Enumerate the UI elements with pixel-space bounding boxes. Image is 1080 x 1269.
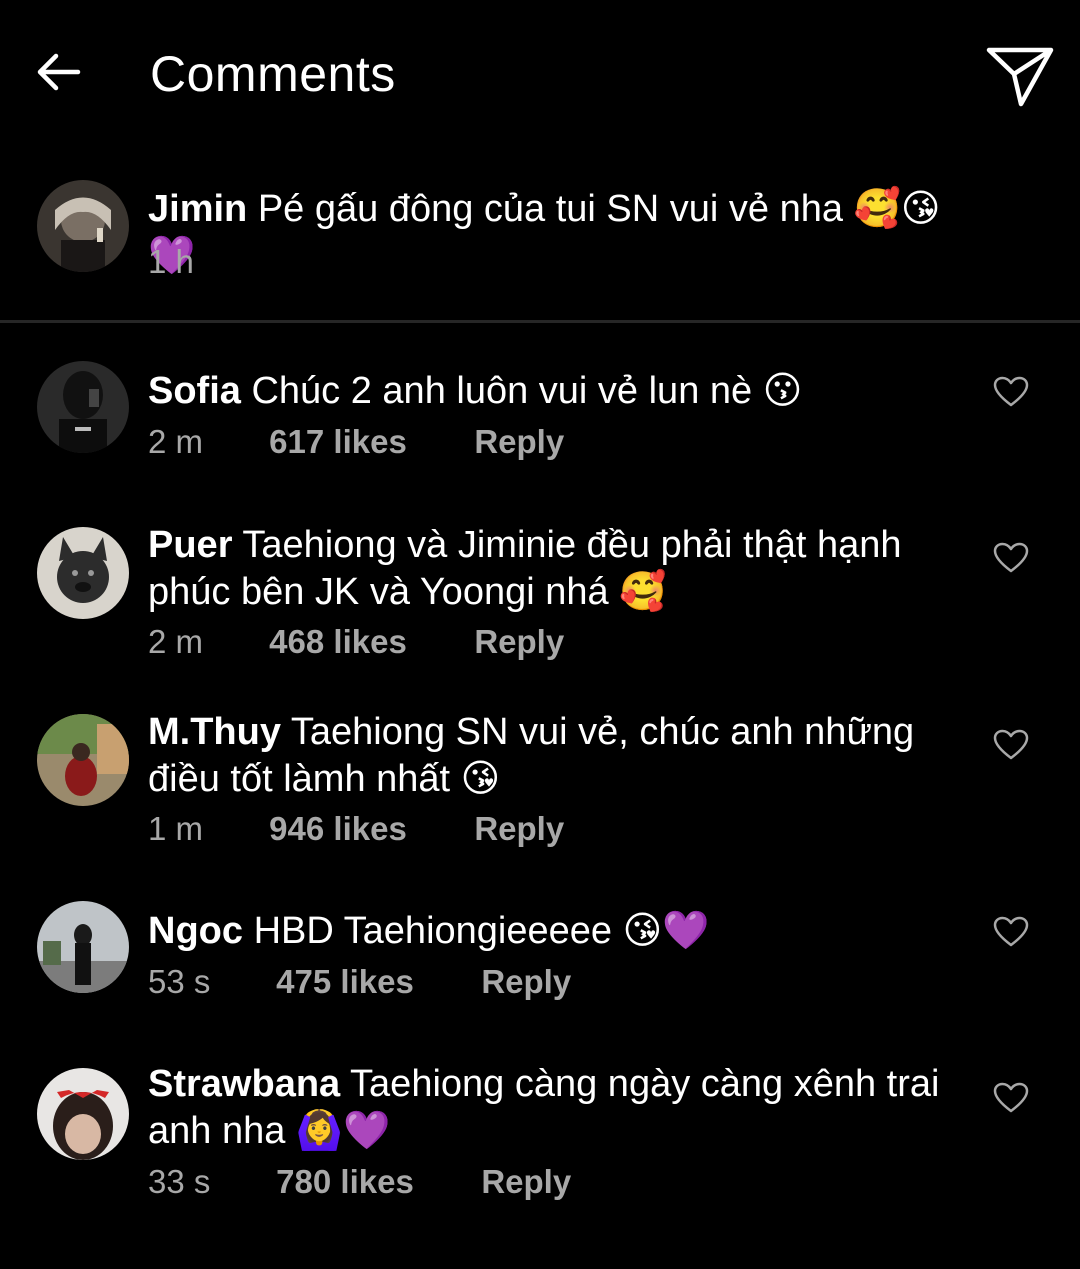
arrow-left-icon [37,53,81,91]
like-button[interactable] [990,1078,1032,1118]
comment-username[interactable]: Strawbana [148,1063,340,1105]
avatar[interactable] [37,901,129,993]
comment-meta: 53 s 475 likes Reply [148,962,571,1002]
back-button[interactable] [30,44,86,100]
reply-button[interactable]: Reply [474,422,564,462]
avatar-image [37,714,129,806]
header-bar: Comments [0,0,1080,150]
post-caption: Jimin Pé gấu đông của tui SN vui vẻ nha … [0,150,1080,322]
divider [0,320,1080,323]
like-button[interactable] [990,725,1032,765]
comments-screen: Comments Jimin Pé gấu đông của tui SN vu… [0,0,1080,1269]
avatar[interactable] [37,361,129,453]
comment-text: Puer Taehiong và Jiminie đều phải thật h… [148,522,948,616]
comment-meta: 1 m 946 likes Reply [148,809,564,849]
comment-likes[interactable]: 946 likes [269,809,465,849]
heart-outline-icon [993,729,1029,760]
comment-text: M.Thuy Taehiong SN vui vẻ, chúc anh nhữn… [148,709,948,803]
caption-meta: 1 h [148,242,194,282]
comment-username[interactable]: Ngoc [148,910,243,952]
comment-likes[interactable]: 780 likes [276,1162,472,1202]
avatar[interactable] [37,180,129,272]
caption-username[interactable]: Jimin [148,188,247,230]
heart-outline-icon [993,1082,1029,1113]
caption-body: Pé gấu đông của tui SN vui vẻ nha 🥰😘💜 [148,188,941,277]
comment-meta: 2 m 468 likes Reply [148,622,564,662]
avatar[interactable] [37,714,129,806]
comment-meta: 33 s 780 likes Reply [148,1162,571,1202]
avatar-image [37,180,129,272]
page-title: Comments [150,46,396,102]
paper-plane-icon [986,47,1054,107]
avatar[interactable] [37,527,129,619]
share-button[interactable] [982,40,1058,112]
reply-button[interactable]: Reply [481,962,571,1002]
comment-body: Taehiong và Jiminie đều phải thật hạnh p… [148,524,902,613]
comment-likes[interactable]: 468 likes [269,622,465,662]
comment-body: HBD Taehiongieeeee 😘💜 [253,910,710,952]
like-button[interactable] [990,912,1032,952]
comment-username[interactable]: Sofia [148,370,241,412]
comment-time: 2 m [148,423,204,460]
comment-likes[interactable]: 475 likes [276,962,472,1002]
reply-button[interactable]: Reply [474,809,564,849]
caption-time: 1 h [148,243,194,280]
comment-time: 53 s [148,963,211,1000]
comment-text: Strawbana Taehiong càng ngày càng xênh t… [148,1061,948,1155]
avatar[interactable] [37,1068,129,1160]
comment-body: Chúc 2 anh luôn vui vẻ lun nè 😗 [251,370,803,412]
comment-time: 2 m [148,623,204,660]
comment-text: Ngoc HBD Taehiongieeeee 😘💜 [148,908,948,955]
comment-username[interactable]: M.Thuy [148,711,281,753]
comment-username[interactable]: Puer [148,524,232,566]
avatar-image [37,901,129,993]
reply-button[interactable]: Reply [481,1162,571,1202]
like-button[interactable] [990,372,1032,412]
heart-outline-icon [993,916,1029,947]
like-button[interactable] [990,538,1032,578]
avatar-image [37,361,129,453]
comment-time: 33 s [148,1163,211,1200]
comment-likes[interactable]: 617 likes [269,422,465,462]
avatar-image [37,527,129,619]
heart-outline-icon [993,542,1029,573]
caption-text: Jimin Pé gấu đông của tui SN vui vẻ nha … [148,186,948,280]
avatar-image [37,1068,129,1160]
comment-meta: 2 m 617 likes Reply [148,422,564,462]
heart-outline-icon [993,376,1029,407]
reply-button[interactable]: Reply [474,622,564,662]
comment-time: 1 m [148,810,204,847]
comment-text: Sofia Chúc 2 anh luôn vui vẻ lun nè 😗 [148,368,948,415]
